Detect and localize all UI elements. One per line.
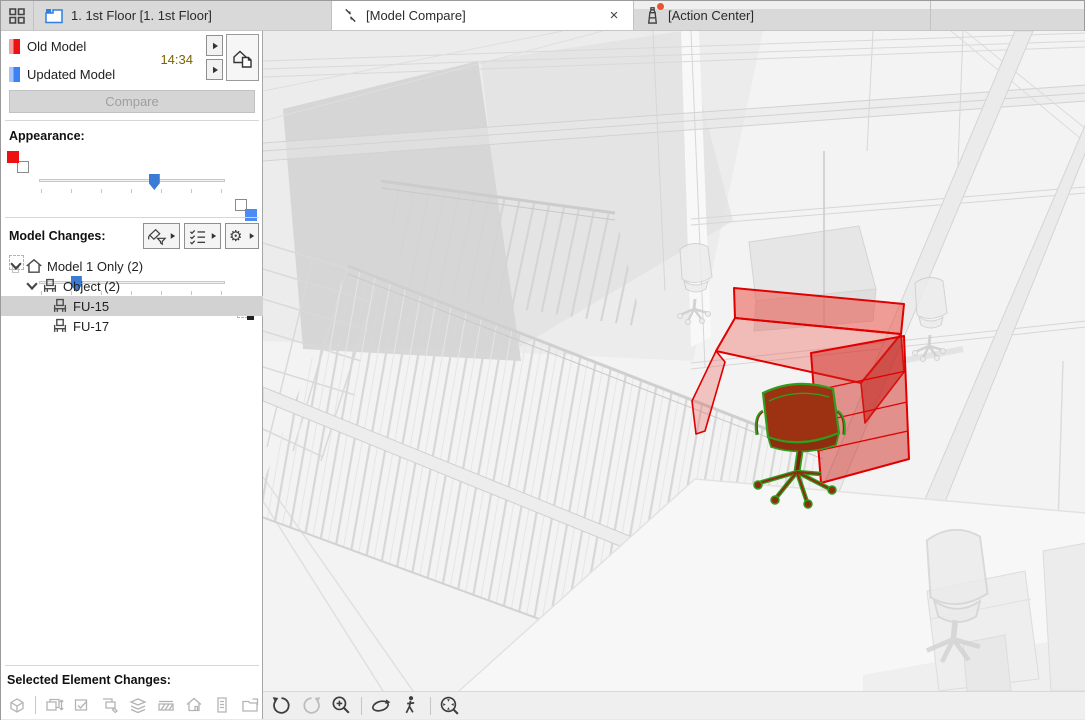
updated-model-color-chip: [9, 67, 20, 82]
fit-in-window-icon[interactable]: [438, 694, 461, 717]
3d-viewport[interactable]: [263, 31, 1085, 691]
tab-label: 1. 1st Floor [1. 1st Floor]: [71, 8, 212, 23]
3d-scene: [263, 31, 1085, 691]
highlight-filter-button[interactable]: [143, 223, 180, 249]
tab-action-center[interactable]: [Action Center]: [634, 1, 931, 30]
model-house-icon: [26, 258, 42, 273]
previous-view-icon[interactable]: [270, 694, 293, 717]
increase-zoom-icon[interactable]: [330, 694, 353, 717]
compare-settings-button[interactable]: ⚙: [225, 223, 259, 249]
orbit-icon[interactable]: [369, 694, 392, 717]
selected-element-toolbar: [1, 691, 263, 719]
tab-bar-filler: [931, 1, 1084, 30]
divider: [5, 217, 259, 218]
updated-model-label: Updated Model: [27, 67, 116, 82]
surface-change-icon[interactable]: [100, 695, 120, 715]
paint-filter-icon: [147, 228, 167, 245]
position-change-icon[interactable]: [44, 695, 64, 715]
divider: [5, 120, 259, 121]
appearance-label: Appearance:: [9, 129, 85, 143]
tree-label: Model 1 Only (2): [47, 258, 144, 274]
tab-label: [Model Compare]: [366, 8, 466, 23]
viewport-toolbar: [263, 691, 1085, 719]
notification-dot: [657, 3, 664, 10]
model-changes-label: Model Changes:: [9, 229, 106, 243]
object-chair-icon: [53, 298, 67, 312]
library-part-change-icon[interactable]: [240, 695, 260, 715]
app-window: 1. 1st Floor [1. 1st Floor] [Model Compa…: [0, 0, 1085, 720]
tree-row-fu-17[interactable]: FU-17: [1, 316, 263, 336]
arrow-right-icon: [249, 233, 255, 239]
chevron-down-icon[interactable]: [25, 279, 39, 293]
highlight-intensity-slider[interactable]: [37, 171, 227, 197]
tree-label: FU-17: [73, 318, 110, 334]
layer-change-icon[interactable]: [128, 695, 148, 715]
grid-icon: [9, 7, 25, 24]
tab-first-floor[interactable]: 1. 1st Floor [1. 1st Floor]: [34, 1, 332, 30]
highlighted-old-appearance-icon: [7, 151, 29, 173]
divider: [5, 665, 259, 666]
explore-walk-icon[interactable]: [399, 694, 422, 717]
object-chair-icon: [43, 278, 57, 292]
gear-icon: ⚙: [229, 227, 243, 245]
next-view-icon[interactable]: [300, 694, 323, 717]
old-model-label: Old Model: [27, 39, 87, 54]
change-criteria-button[interactable]: [184, 223, 221, 249]
tree-row-object[interactable]: Object (2): [1, 276, 263, 296]
compare-timestamp: 14:34: [160, 52, 193, 67]
fill-change-icon[interactable]: [156, 695, 176, 715]
divider: [35, 696, 36, 714]
divider: [361, 696, 362, 715]
model-compare-panel: Old Model 14:34 Updated Model Compare Ap…: [1, 31, 263, 719]
object-chair-icon: [53, 318, 67, 332]
parameter-change-icon[interactable]: [72, 695, 92, 715]
close-tab-icon[interactable]: ×: [605, 7, 623, 25]
slider-thumb[interactable]: [148, 174, 160, 190]
house-and-page-icon: [232, 50, 252, 68]
swap-models-button[interactable]: [226, 34, 259, 81]
old-model-color-chip: [9, 39, 20, 54]
old-model-picker-button[interactable]: [206, 35, 223, 56]
arrow-right-icon: [212, 66, 218, 73]
slider-track[interactable]: [39, 179, 225, 182]
chevron-down-icon[interactable]: [9, 259, 23, 273]
tree-label: FU-15: [73, 298, 110, 314]
selected-element-changes-label: Selected Element Changes:: [7, 673, 171, 687]
floor-plan-icon: [45, 8, 63, 23]
tab-label: [Action Center]: [668, 8, 754, 23]
tab-overview-button[interactable]: [1, 1, 34, 30]
tab-bar: 1. 1st Floor [1. 1st Floor] [Model Compa…: [1, 1, 1084, 31]
arrow-right-icon: [212, 42, 218, 49]
info-list-icon[interactable]: [212, 695, 232, 715]
3d-cube-icon[interactable]: [7, 695, 27, 715]
compare-button[interactable]: Compare: [9, 90, 255, 113]
tree-row-model-1-only[interactable]: Model 1 Only (2): [1, 256, 263, 276]
checklist-icon: [189, 229, 206, 245]
tree-label: Object (2): [63, 278, 121, 294]
divider: [430, 696, 431, 715]
tab-model-compare[interactable]: [Model Compare] ×: [332, 1, 634, 30]
tree-row-fu-15[interactable]: FU-15: [1, 296, 263, 316]
arrow-right-icon: [170, 233, 176, 239]
model-change-icon[interactable]: [184, 695, 204, 715]
model-compare-icon: [345, 8, 356, 23]
updated-model-picker-button[interactable]: [206, 59, 223, 80]
ghost-chair: [912, 277, 948, 362]
arrow-right-icon: [211, 233, 217, 239]
